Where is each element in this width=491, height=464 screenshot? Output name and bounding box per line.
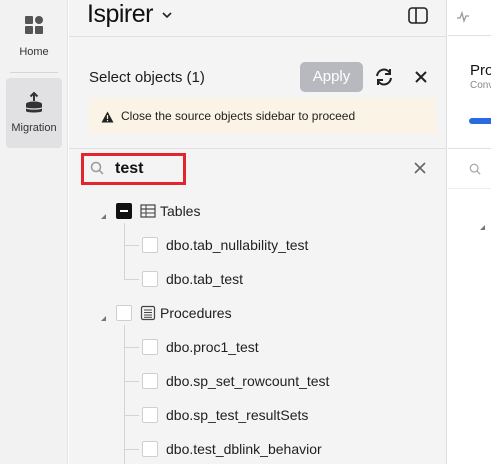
- tree-connector: [124, 279, 139, 280]
- tree-item-label: dbo.tab_test: [166, 271, 244, 287]
- migration-database-icon: [23, 92, 45, 114]
- item-checkbox[interactable]: [142, 271, 158, 287]
- tree-connector: [124, 223, 125, 279]
- refresh-icon[interactable]: [373, 66, 395, 88]
- tree-connector: [124, 381, 139, 382]
- warning-banner: Close the source objects sidebar to proc…: [89, 98, 436, 134]
- tree-item[interactable]: dbo.sp_set_rowcount_test: [142, 369, 329, 393]
- clear-search-icon[interactable]: [413, 161, 427, 180]
- tree-connector: [124, 449, 139, 450]
- tree-group-tables[interactable]: Tables: [116, 199, 200, 223]
- main-divider: [448, 188, 491, 189]
- tables-checkbox[interactable]: [116, 203, 132, 219]
- progress-bar: [469, 118, 491, 124]
- tree-group-label: Tables: [160, 203, 201, 219]
- tree-item-label: dbo.sp_set_rowcount_test: [166, 373, 330, 389]
- tree-item[interactable]: dbo.proc1_test: [142, 335, 259, 359]
- tree-group-label: Procedures: [160, 305, 232, 321]
- procedures-checkbox[interactable]: [116, 305, 132, 321]
- nav-home-label: Home: [19, 46, 49, 58]
- main-content-partial: Pro Conv: [448, 0, 491, 464]
- close-icon[interactable]: [412, 68, 430, 86]
- app-logo[interactable]: Ispirer: [87, 0, 153, 29]
- apply-button[interactable]: Apply: [300, 62, 363, 92]
- rail-divider: [10, 72, 58, 73]
- tree-item-label: dbo.test_dblink_behavior: [166, 441, 322, 457]
- warning-text: Close the source objects sidebar to proc…: [121, 109, 356, 123]
- main-title: Pro: [470, 62, 491, 79]
- nav-rail: Home Migration: [0, 0, 68, 464]
- item-checkbox[interactable]: [142, 237, 158, 253]
- nav-home[interactable]: Home: [6, 6, 62, 76]
- tree-item[interactable]: dbo.tab_nullability_test: [142, 233, 308, 257]
- chevron-down-icon[interactable]: [161, 8, 173, 27]
- tree-item-label: dbo.sp_test_resultSets: [166, 407, 309, 423]
- item-checkbox[interactable]: [142, 373, 158, 389]
- tree-connector: [124, 325, 125, 464]
- warning-icon: [101, 110, 114, 128]
- item-checkbox[interactable]: [142, 441, 158, 457]
- activity-icon[interactable]: [456, 10, 470, 29]
- tree-item-label: dbo.tab_nullability_test: [166, 237, 309, 253]
- tree-connector: [124, 245, 139, 246]
- tree-item-label: dbo.proc1_test: [166, 339, 259, 355]
- home-grid-icon: [23, 14, 45, 36]
- tree-connector: [124, 415, 139, 416]
- procedure-icon: [140, 305, 156, 321]
- select-objects-sidebar: Ispirer Select objects (1) Apply Close t…: [69, 0, 447, 464]
- item-checkbox[interactable]: [142, 407, 158, 423]
- main-top-bar: [448, 0, 491, 36]
- header-divider: [69, 36, 447, 37]
- table-icon: [140, 203, 156, 219]
- main-subtitle: Conv: [470, 80, 491, 91]
- tree-item[interactable]: dbo.test_dblink_behavior: [142, 437, 322, 461]
- tree-connector: [124, 347, 139, 348]
- nav-migration-label: Migration: [11, 122, 57, 134]
- main-divider: [448, 148, 491, 149]
- item-checkbox[interactable]: [142, 339, 158, 355]
- search-icon[interactable]: [469, 162, 481, 180]
- tree-group-procedures[interactable]: Procedures: [116, 301, 232, 325]
- top-bar: Ispirer: [69, 0, 447, 36]
- nav-migration[interactable]: Migration: [6, 78, 62, 148]
- search-divider: [69, 148, 447, 149]
- panel-title: Select objects (1): [89, 69, 205, 86]
- caret-down-icon[interactable]: [478, 218, 486, 236]
- caret-down-icon[interactable]: [99, 207, 107, 219]
- tree-item[interactable]: dbo.tab_test: [142, 267, 243, 291]
- caret-down-icon[interactable]: [99, 309, 107, 321]
- tree-item[interactable]: dbo.sp_test_resultSets: [142, 403, 308, 427]
- search-highlight-box: [81, 153, 186, 185]
- sidebar-toggle-icon[interactable]: [407, 6, 429, 31]
